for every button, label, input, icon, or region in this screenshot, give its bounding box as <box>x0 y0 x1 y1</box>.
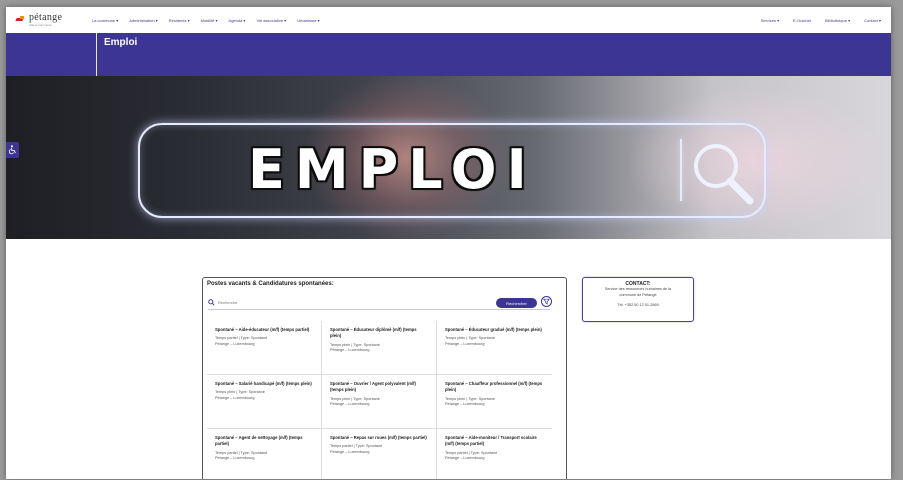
contact-phone[interactable]: Tél. +352 50 12 51-2869 <box>583 303 693 307</box>
secondary-menu: Services ▾ E-Guichet Bibliothèque ▾ Cont… <box>747 18 881 23</box>
job-card-title: Spontané – Éducateur diplômé (m/f) (temp… <box>330 327 417 339</box>
hero-search-separator <box>680 139 682 201</box>
search-icon <box>208 299 215 306</box>
job-card-title: Spontané – Ouvrier / Agent polyvalent (m… <box>330 381 416 393</box>
job-card-title: Spontané – Repas sur roues (m/f) (temps … <box>330 435 427 440</box>
search-button[interactable]: Rechercher <box>496 298 537 308</box>
job-card[interactable]: Spontané – Éducateur diplômé (m/f) (temp… <box>322 321 437 375</box>
job-card-location: Pétange – Luxembourg <box>445 456 485 461</box>
job-card[interactable]: Spontané – Aide-moniteur / Transport sco… <box>437 429 552 479</box>
job-card-location: Pétange – Luxembourg <box>215 342 255 347</box>
job-card-location: Pétange – Luxembourg <box>445 342 485 347</box>
menu-item-mobilite[interactable]: Mobilité ▾ <box>201 18 218 23</box>
job-listing-panel: Postes vacants & Candidatures spontanées… <box>202 277 567 479</box>
job-card-title: Spontané – Chauffeur professionnel (m/f)… <box>445 381 543 393</box>
job-search-input[interactable] <box>218 300 448 305</box>
contact-box: CONTACT: Service des ressources humaines… <box>582 277 694 322</box>
site-logo[interactable]: pétange ville et commune <box>16 13 84 27</box>
top-navigation: pétange ville et commune La commune ▾ Ad… <box>6 7 891 33</box>
job-card-location: Pétange – Luxembourg <box>330 348 370 353</box>
job-card-location: Pétange – Luxembourg <box>445 402 485 407</box>
job-card-title: Spontané – Salarié handicapé (m/f) (temp… <box>215 381 312 386</box>
job-card-location: Pétange – Luxembourg <box>330 402 370 407</box>
menu-item-contact[interactable]: Contact ▾ <box>864 18 881 23</box>
job-card[interactable]: Spontané – Éducateur gradué (m/f) (temps… <box>437 321 552 375</box>
job-card-location: Pétange – Luxembourg <box>330 450 370 455</box>
accessibility-button[interactable] <box>6 142 19 158</box>
job-card-location: Pétange – Luxembourg <box>215 456 255 461</box>
logo-subtitle: ville et commune <box>29 23 52 27</box>
hero-banner: EMPLOI <box>6 76 891 239</box>
job-listing-title: Postes vacants & Candidatures spontanées… <box>207 281 334 287</box>
logo-mark-icon <box>16 16 26 24</box>
job-card[interactable]: Spontané – Repas sur roues (m/f) (temps … <box>322 429 437 479</box>
menu-item-e-guichet[interactable]: E-Guichet <box>793 18 811 23</box>
main-menu: La commune ▾ Administration ▾ Résidents … <box>92 18 331 23</box>
job-card-title: Spontané – Aide-éducateur (m/f) (temps p… <box>215 327 310 332</box>
job-card-title: Spontané – Aide-moniteur / Transport sco… <box>445 435 537 447</box>
job-card[interactable]: Spontané – Aide-éducateur (m/f) (temps p… <box>207 321 322 375</box>
job-card-location: Pétange – Luxembourg <box>215 396 255 401</box>
menu-item-residents[interactable]: Résidents ▾ <box>169 18 190 23</box>
wheelchair-icon <box>8 145 16 155</box>
job-card-title: Spontané – Éducateur gradué (m/f) (temps… <box>445 327 542 332</box>
logo-name: pétange <box>29 12 63 23</box>
job-search-bar: Recherche r <box>208 296 552 310</box>
contact-service-line2: commune de Pétange <box>619 292 657 297</box>
job-card-title: Spontané – Agent de nettoyage (m/f) (tem… <box>215 435 303 447</box>
job-card[interactable]: Spontané – Chauffeur professionnel (m/f)… <box>437 375 552 429</box>
job-card[interactable]: Spontané – Salarié handicapé (m/f) (temp… <box>207 375 322 429</box>
page-title-band: Emploi <box>6 33 891 76</box>
menu-item-urbanisme[interactable]: Urbanisme ▾ <box>297 18 319 23</box>
job-card[interactable]: Spontané – Ouvrier / Agent polyvalent (m… <box>322 375 437 429</box>
hero-title: EMPLOI <box>248 138 537 201</box>
page-title: Emploi <box>104 37 138 48</box>
menu-item-administration[interactable]: Administration ▾ <box>129 18 157 23</box>
magnifier-icon <box>694 144 754 205</box>
menu-item-la-commune[interactable]: La commune ▾ <box>92 18 118 23</box>
menu-item-agenda[interactable]: Agenda ▾ <box>229 18 246 23</box>
job-cards-grid: Spontané – Aide-éducateur (m/f) (temps p… <box>207 321 564 479</box>
menu-item-services[interactable]: Services ▾ <box>761 18 779 23</box>
menu-item-bibliotheque[interactable]: Bibliothèque ▾ <box>825 18 850 23</box>
job-card[interactable]: Spontané – Agent de nettoyage (m/f) (tem… <box>207 429 322 479</box>
filter-icon <box>543 298 550 305</box>
browser-page: pétange ville et commune La commune ▾ Ad… <box>6 7 891 479</box>
menu-item-vie-associative[interactable]: Vie associative ▾ <box>256 18 286 23</box>
title-divider <box>96 33 97 76</box>
filter-button[interactable] <box>541 296 552 307</box>
